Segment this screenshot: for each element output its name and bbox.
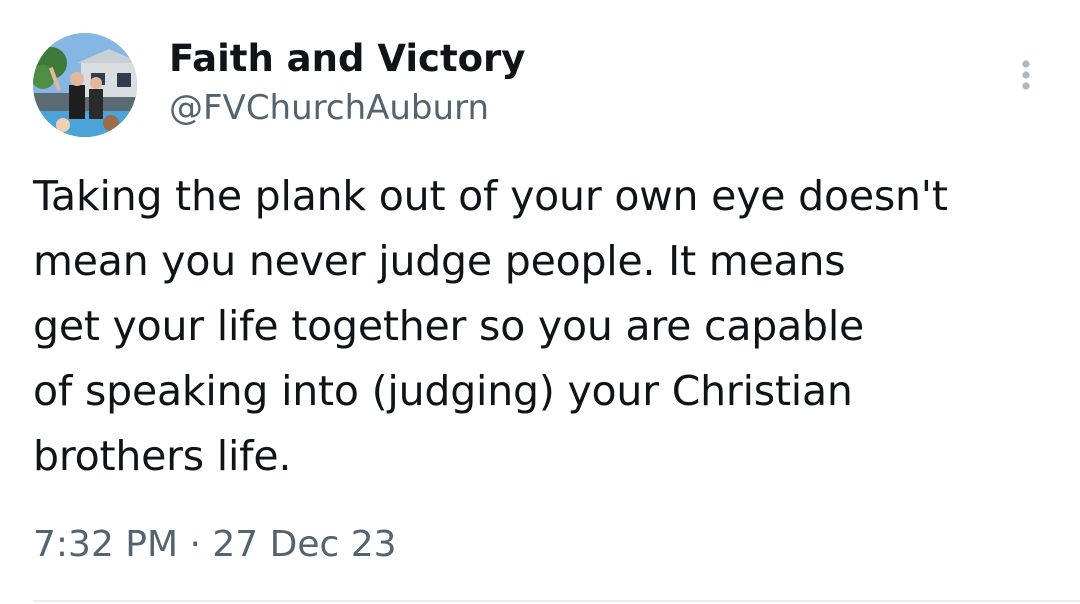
author-handle[interactable]: @FVChurchAuburn: [169, 86, 489, 130]
tweet-timestamp[interactable]: 7:32 PM · 27 Dec 23: [33, 520, 397, 570]
author-display-name[interactable]: Faith and Victory: [169, 36, 525, 82]
more-vertical-icon[interactable]: [1012, 56, 1040, 96]
author-avatar[interactable]: [33, 33, 137, 137]
tweet-text: Taking the plank out of your own eye doe…: [33, 172, 948, 480]
avatar-image: [33, 33, 137, 137]
tweet-card: Faith and Victory @FVChurchAuburn Taking…: [0, 0, 1080, 604]
divider: [33, 600, 1080, 602]
